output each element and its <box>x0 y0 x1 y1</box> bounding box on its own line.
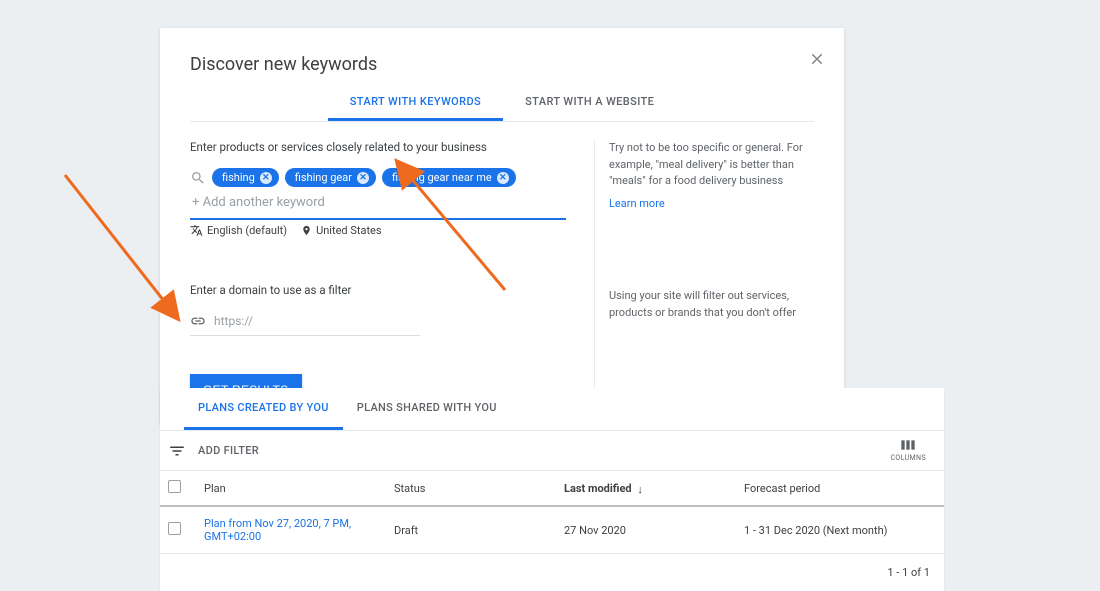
col-last-modified-label: Last modified <box>564 482 632 495</box>
add-filter-button[interactable]: ADD FILTER <box>198 444 259 457</box>
language-value: English (default) <box>207 224 287 237</box>
tab-plans-shared-with-you[interactable]: PLANS SHARED WITH YOU <box>343 388 511 430</box>
keyword-input[interactable]: fishing ✕ fishing gear ✕ fishing gear ne… <box>190 164 566 220</box>
columns-button[interactable]: COLUMNS <box>890 439 936 462</box>
pagination-label: 1 - 1 of 1 <box>160 554 944 591</box>
col-last-modified[interactable]: Last modified ↓ <box>556 471 736 507</box>
keyword-tip: Try not to be too specific or general. F… <box>609 140 814 190</box>
columns-label: COLUMNS <box>890 454 926 462</box>
close-icon[interactable] <box>808 50 826 68</box>
plans-table: Plan Status Last modified ↓ Forecast per… <box>160 470 944 554</box>
domain-placeholder: https:// <box>214 314 253 328</box>
keyword-chip[interactable]: fishing gear ✕ <box>285 168 376 187</box>
domain-tip: Using your site will filter out services… <box>609 288 814 321</box>
chip-label: fishing gear near me <box>392 171 492 184</box>
discover-tabs: START WITH KEYWORDS START WITH A WEBSITE <box>190 85 814 122</box>
keyword-add-placeholder[interactable]: + Add another keyword <box>190 195 566 210</box>
row-checkbox[interactable] <box>168 522 181 535</box>
keyword-chip[interactable]: fishing gear near me ✕ <box>382 168 516 187</box>
keyword-chip[interactable]: fishing ✕ <box>212 168 279 187</box>
search-icon <box>190 170 206 186</box>
chip-label: fishing gear <box>295 171 352 184</box>
cell-forecast: 1 - 31 Dec 2020 (Next month) <box>736 506 944 554</box>
chip-remove-icon[interactable]: ✕ <box>260 172 272 184</box>
chip-label: fishing <box>222 171 255 184</box>
col-status[interactable]: Status <box>386 471 556 507</box>
filter-row: ADD FILTER COLUMNS <box>160 430 944 470</box>
tab-plans-created-by-you[interactable]: PLANS CREATED BY YOU <box>184 388 343 430</box>
chip-remove-icon[interactable]: ✕ <box>497 172 509 184</box>
language-selector[interactable]: English (default) <box>190 224 287 237</box>
plan-link[interactable]: Plan from Nov 27, 2020, 7 PM, GMT+02:00 <box>204 517 351 543</box>
columns-icon <box>900 439 916 451</box>
cell-last-modified: 27 Nov 2020 <box>556 506 736 554</box>
plans-tabs: PLANS CREATED BY YOU PLANS SHARED WITH Y… <box>160 388 944 430</box>
link-icon <box>190 313 206 329</box>
translate-icon <box>190 224 203 237</box>
col-plan[interactable]: Plan <box>196 471 386 507</box>
select-all-checkbox[interactable] <box>168 480 181 493</box>
cell-status: Draft <box>386 506 556 554</box>
discover-keywords-dialog: Discover new keywords START WITH KEYWORD… <box>160 28 844 424</box>
filter-icon[interactable] <box>168 442 186 460</box>
dialog-title: Discover new keywords <box>190 54 814 75</box>
sort-desc-icon: ↓ <box>637 483 643 496</box>
location-value: United States <box>316 224 381 237</box>
location-selector[interactable]: United States <box>301 224 381 237</box>
col-forecast[interactable]: Forecast period <box>736 471 944 507</box>
domain-input[interactable]: https:// <box>190 307 420 336</box>
location-icon <box>301 225 312 236</box>
chip-remove-icon[interactable]: ✕ <box>357 172 369 184</box>
table-row[interactable]: Plan from Nov 27, 2020, 7 PM, GMT+02:00 … <box>160 506 944 554</box>
domain-section-label: Enter a domain to use as a filter <box>190 283 566 297</box>
keyword-section-label: Enter products or services closely relat… <box>190 140 566 154</box>
plans-card: PLANS CREATED BY YOU PLANS SHARED WITH Y… <box>160 388 944 591</box>
tab-start-with-keywords[interactable]: START WITH KEYWORDS <box>328 85 503 121</box>
tab-start-with-website[interactable]: START WITH A WEBSITE <box>503 85 676 121</box>
learn-more-link[interactable]: Learn more <box>609 196 665 213</box>
